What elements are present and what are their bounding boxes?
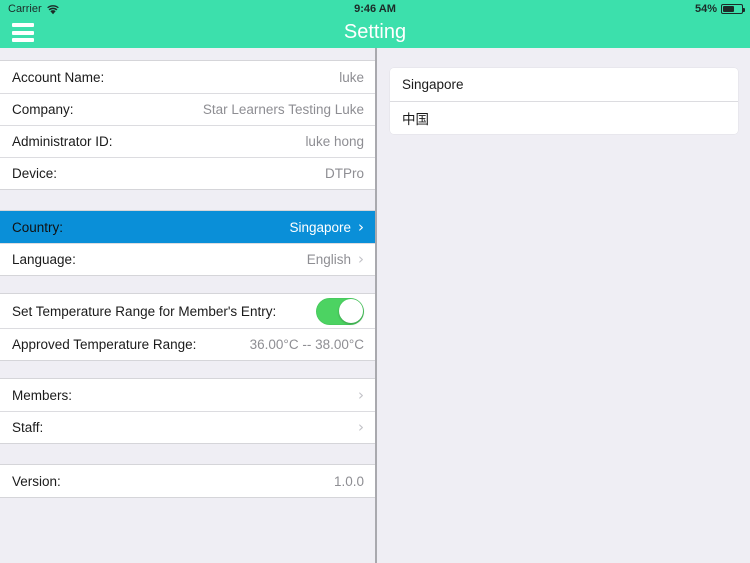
group-spacer-1 bbox=[0, 190, 376, 210]
page-title: Setting bbox=[343, 21, 407, 43]
members-label: Members: bbox=[12, 387, 73, 403]
row-members[interactable]: Members: › bbox=[0, 379, 376, 411]
row-temperature-toggle[interactable]: Set Temperature Range for Member's Entry… bbox=[0, 294, 376, 328]
country-options-card: Singapore 中国 bbox=[390, 68, 738, 134]
chevron-right-icon: › bbox=[358, 385, 364, 404]
company-value: Star Learners Testing Luke bbox=[202, 102, 364, 117]
row-country[interactable]: Country: Singapore › bbox=[0, 211, 376, 243]
list-top-spacer bbox=[0, 48, 376, 60]
temperature-toggle-label: Set Temperature Range for Member's Entry… bbox=[12, 303, 277, 319]
status-bar-time: 9:46 AM bbox=[354, 3, 396, 15]
temperature-group: Set Temperature Range for Member's Entry… bbox=[0, 293, 376, 361]
approved-range-label: Approved Temperature Range: bbox=[12, 337, 197, 352]
app-screen: Carrier 9:46 AM 54% Setting Account Name… bbox=[0, 0, 750, 563]
country-label: Country: bbox=[12, 219, 64, 235]
nav-bar: Setting bbox=[0, 18, 750, 48]
locale-group: Country: Singapore › Language: English › bbox=[0, 210, 376, 276]
toggle-knob bbox=[338, 299, 363, 323]
device-label: Device: bbox=[12, 166, 58, 181]
device-value: DTPro bbox=[324, 166, 364, 181]
temperature-range-toggle[interactable] bbox=[316, 297, 364, 325]
chevron-right-icon: › bbox=[358, 418, 364, 436]
row-company[interactable]: Company: Star Learners Testing Luke bbox=[0, 93, 376, 125]
version-value: 1.0.0 bbox=[333, 473, 364, 489]
row-device[interactable]: Device: DTPro bbox=[0, 157, 376, 189]
country-value: Singapore bbox=[289, 219, 351, 235]
settings-list-pane: Account Name: luke Company: Star Learner… bbox=[0, 48, 376, 563]
chevron-right-icon: › bbox=[358, 250, 364, 268]
row-version[interactable]: Version: 1.0.0 bbox=[0, 465, 376, 497]
approved-range-value: 36.00°C -- 38.00°C bbox=[249, 337, 364, 352]
administrator-id-value: luke hong bbox=[305, 134, 364, 149]
chevron-right-icon: › bbox=[358, 217, 364, 236]
group-spacer-2 bbox=[0, 276, 376, 293]
row-staff[interactable]: Staff: › bbox=[0, 411, 376, 443]
group-spacer-3 bbox=[0, 361, 376, 378]
language-value: English bbox=[306, 252, 351, 267]
country-option-singapore[interactable]: Singapore bbox=[390, 68, 738, 101]
country-option-china[interactable]: 中国 bbox=[390, 101, 738, 134]
account-info-group: Account Name: luke Company: Star Learner… bbox=[0, 60, 376, 190]
country-picker-pane: Singapore 中国 bbox=[377, 48, 750, 563]
row-approved-temperature-range[interactable]: Approved Temperature Range: 36.00°C -- 3… bbox=[0, 328, 376, 360]
version-label: Version: bbox=[12, 473, 61, 489]
row-administrator-id[interactable]: Administrator ID: luke hong bbox=[0, 125, 376, 157]
account-name-value: luke bbox=[339, 69, 364, 85]
status-bar-right: 54% bbox=[694, 3, 745, 15]
people-group: Members: › Staff: › bbox=[0, 378, 376, 444]
row-account-name[interactable]: Account Name: luke bbox=[0, 61, 376, 93]
status-bar: Carrier 9:46 AM 54% bbox=[0, 0, 750, 18]
group-spacer-4 bbox=[0, 444, 376, 464]
battery-percent-label: 54% bbox=[694, 3, 717, 15]
administrator-id-label: Administrator ID: bbox=[12, 134, 113, 149]
staff-label: Staff: bbox=[12, 420, 44, 435]
version-group: Version: 1.0.0 bbox=[0, 464, 376, 498]
battery-icon bbox=[721, 4, 745, 14]
company-label: Company: bbox=[12, 102, 74, 117]
language-label: Language: bbox=[12, 252, 76, 267]
account-name-label: Account Name: bbox=[12, 69, 105, 85]
row-language[interactable]: Language: English › bbox=[0, 243, 376, 275]
